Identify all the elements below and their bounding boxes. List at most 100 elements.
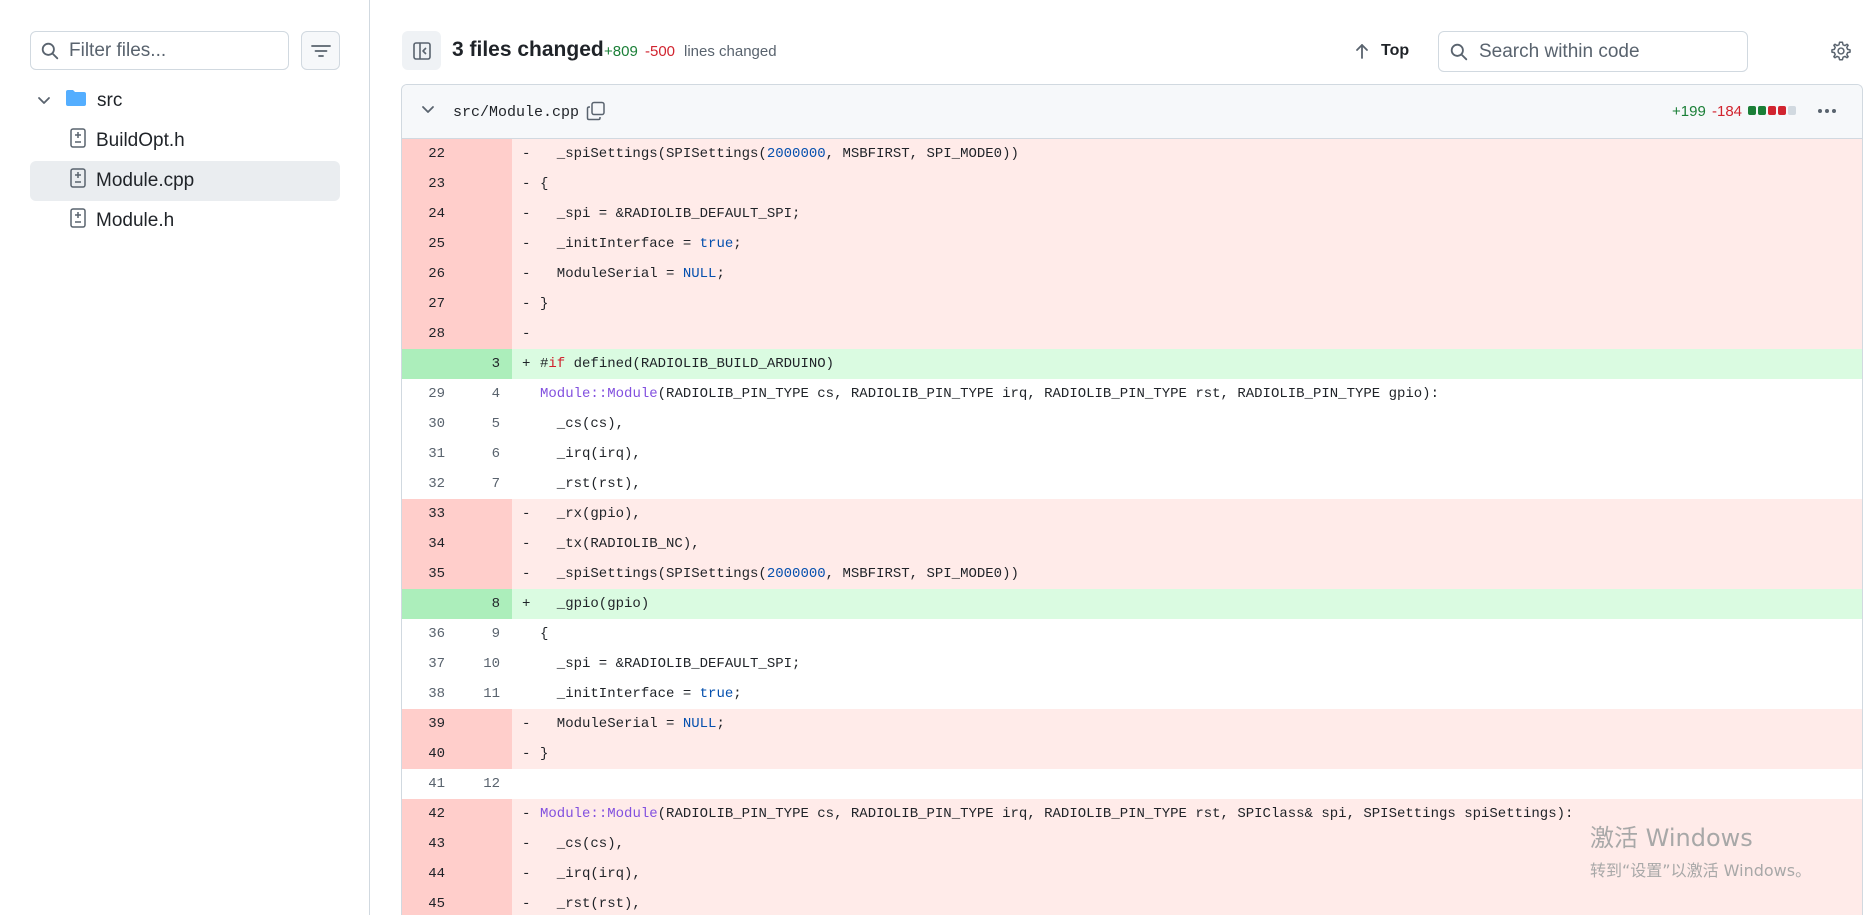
old-line-number[interactable]: 45 — [402, 889, 457, 915]
old-line-number[interactable]: 42 — [402, 799, 457, 829]
diff-line-add[interactable]: 3 + #if defined(RADIOLIB_BUILD_ARDUINO) — [402, 349, 1862, 379]
new-line-number[interactable]: 3 — [457, 349, 512, 379]
old-line-number[interactable]: 40 — [402, 739, 457, 769]
old-line-number[interactable] — [402, 589, 457, 619]
new-line-number[interactable]: 5 — [457, 409, 512, 439]
diff-line-del[interactable]: 42 - Module::Module(RADIOLIB_PIN_TYPE cs, … — [402, 799, 1862, 829]
new-line-number[interactable] — [457, 199, 512, 229]
diff-line-del[interactable]: 40 -} — [402, 739, 1862, 769]
diff-line-del[interactable]: 34 - _tx(RADIOLIB_NC), — [402, 529, 1862, 559]
diff-line-del[interactable]: 28 - — [402, 319, 1862, 349]
tree-file-buildopt-h[interactable]: BuildOpt.h — [30, 121, 340, 161]
diff-line-add[interactable]: 8 + _gpio(gpio) — [402, 589, 1862, 619]
diff-line-del[interactable]: 43 - _cs(cs), — [402, 829, 1862, 859]
code-cell: + #if defined(RADIOLIB_BUILD_ARDUINO) — [512, 349, 1862, 379]
new-line-number[interactable]: 10 — [457, 649, 512, 679]
new-line-number[interactable] — [457, 859, 512, 889]
diff-line-del[interactable]: 35 - _spiSettings(SPISettings(2000000, MS… — [402, 559, 1862, 589]
search-within-code-input[interactable] — [1479, 40, 1739, 63]
new-line-number[interactable] — [457, 799, 512, 829]
diff-line-del[interactable]: 23 -{ — [402, 169, 1862, 199]
old-line-number[interactable]: 37 — [402, 649, 457, 679]
old-line-number[interactable]: 29 — [402, 379, 457, 409]
old-line-number[interactable]: 34 — [402, 529, 457, 559]
old-line-number[interactable]: 28 — [402, 319, 457, 349]
old-line-number[interactable]: 33 — [402, 499, 457, 529]
diff-line-del[interactable]: 26 - ModuleSerial = NULL; — [402, 259, 1862, 289]
copy-icon[interactable] — [586, 101, 606, 126]
diff-line-del[interactable]: 22 - _spiSettings(SPISettings(2000000, MS… — [402, 139, 1862, 169]
new-line-number[interactable]: 4 — [457, 379, 512, 409]
old-line-number[interactable]: 27 — [402, 289, 457, 319]
chevron-down-icon[interactable] — [420, 103, 436, 121]
new-line-number[interactable]: 12 — [457, 769, 512, 799]
old-line-number[interactable]: 44 — [402, 859, 457, 889]
diff-line-del[interactable]: 45 - _rst(rst), — [402, 889, 1862, 915]
filter-options-button[interactable] — [301, 31, 340, 70]
diff-line-ctx[interactable]: 31 6 _irq(irq), — [402, 439, 1862, 469]
diff-line-del[interactable]: 27 -} — [402, 289, 1862, 319]
new-line-number[interactable] — [457, 829, 512, 859]
new-line-number[interactable] — [457, 559, 512, 589]
new-line-number[interactable] — [457, 889, 512, 915]
old-line-number[interactable]: 32 — [402, 469, 457, 499]
scroll-top-button[interactable]: Top — [1355, 37, 1409, 65]
diff-line-del[interactable]: 39 - ModuleSerial = NULL; — [402, 709, 1862, 739]
filter-files-box[interactable] — [30, 31, 289, 70]
toggle-file-tree-button[interactable] — [402, 31, 441, 70]
new-line-number[interactable] — [457, 739, 512, 769]
search-within-code-box[interactable] — [1438, 31, 1748, 72]
new-line-number[interactable] — [457, 499, 512, 529]
new-line-number[interactable]: 11 — [457, 679, 512, 709]
diff-line-ctx[interactable]: 36 9 { — [402, 619, 1862, 649]
old-line-number[interactable]: 25 — [402, 229, 457, 259]
tree-file-module-cpp[interactable]: Module.cpp — [30, 161, 340, 201]
code-text: { — [540, 626, 549, 642]
diff-line-del[interactable]: 24 - _spi = &RADIOLIB_DEFAULT_SPI; — [402, 199, 1862, 229]
old-line-number[interactable]: 36 — [402, 619, 457, 649]
diff-line-del[interactable]: 33 - _rx(gpio), — [402, 499, 1862, 529]
old-line-number[interactable]: 30 — [402, 409, 457, 439]
diff-line-ctx[interactable]: 30 5 _cs(cs), — [402, 409, 1862, 439]
gear-icon[interactable] — [1830, 40, 1852, 67]
old-line-number[interactable]: 31 — [402, 439, 457, 469]
code-text: Module::Module(RADIOLIB_PIN_TYPE cs, RAD… — [540, 386, 1439, 402]
file-path[interactable]: src/Module.cpp — [453, 104, 579, 121]
tree-file-module-h[interactable]: Module.h — [30, 201, 340, 241]
file-diff-icon — [70, 128, 86, 154]
old-line-number[interactable]: 24 — [402, 199, 457, 229]
code-text: _initInterface = true; — [540, 236, 742, 252]
new-line-number[interactable]: 6 — [457, 439, 512, 469]
new-line-number[interactable] — [457, 229, 512, 259]
new-line-number[interactable]: 8 — [457, 589, 512, 619]
new-line-number[interactable] — [457, 289, 512, 319]
diff-line-ctx[interactable]: 32 7 _rst(rst), — [402, 469, 1862, 499]
diff-line-ctx[interactable]: 38 11 _initInterface = true; — [402, 679, 1862, 709]
code-cell: _initInterface = true; — [512, 679, 1862, 709]
old-line-number[interactable]: 22 — [402, 139, 457, 169]
new-line-number[interactable]: 9 — [457, 619, 512, 649]
diff-line-del[interactable]: 25 - _initInterface = true; — [402, 229, 1862, 259]
new-line-number[interactable]: 7 — [457, 469, 512, 499]
old-line-number[interactable]: 26 — [402, 259, 457, 289]
new-line-number[interactable] — [457, 139, 512, 169]
new-line-number[interactable] — [457, 259, 512, 289]
old-line-number[interactable]: 23 — [402, 169, 457, 199]
old-line-number[interactable]: 39 — [402, 709, 457, 739]
diff-line-ctx[interactable]: 41 12 — [402, 769, 1862, 799]
new-line-number[interactable] — [457, 529, 512, 559]
kebab-menu-icon[interactable] — [1816, 101, 1838, 126]
diff-line-del[interactable]: 44 - _irq(irq), — [402, 859, 1862, 889]
old-line-number[interactable]: 43 — [402, 829, 457, 859]
filter-files-input[interactable] — [69, 39, 269, 62]
old-line-number[interactable] — [402, 349, 457, 379]
new-line-number[interactable] — [457, 319, 512, 349]
old-line-number[interactable]: 35 — [402, 559, 457, 589]
old-line-number[interactable]: 41 — [402, 769, 457, 799]
new-line-number[interactable] — [457, 709, 512, 739]
diff-line-ctx[interactable]: 37 10 _spi = &RADIOLIB_DEFAULT_SPI; — [402, 649, 1862, 679]
new-line-number[interactable] — [457, 169, 512, 199]
diff-line-ctx[interactable]: 29 4 Module::Module(RADIOLIB_PIN_TYPE cs, … — [402, 379, 1862, 409]
tree-folder-src[interactable]: src — [30, 81, 340, 121]
old-line-number[interactable]: 38 — [402, 679, 457, 709]
